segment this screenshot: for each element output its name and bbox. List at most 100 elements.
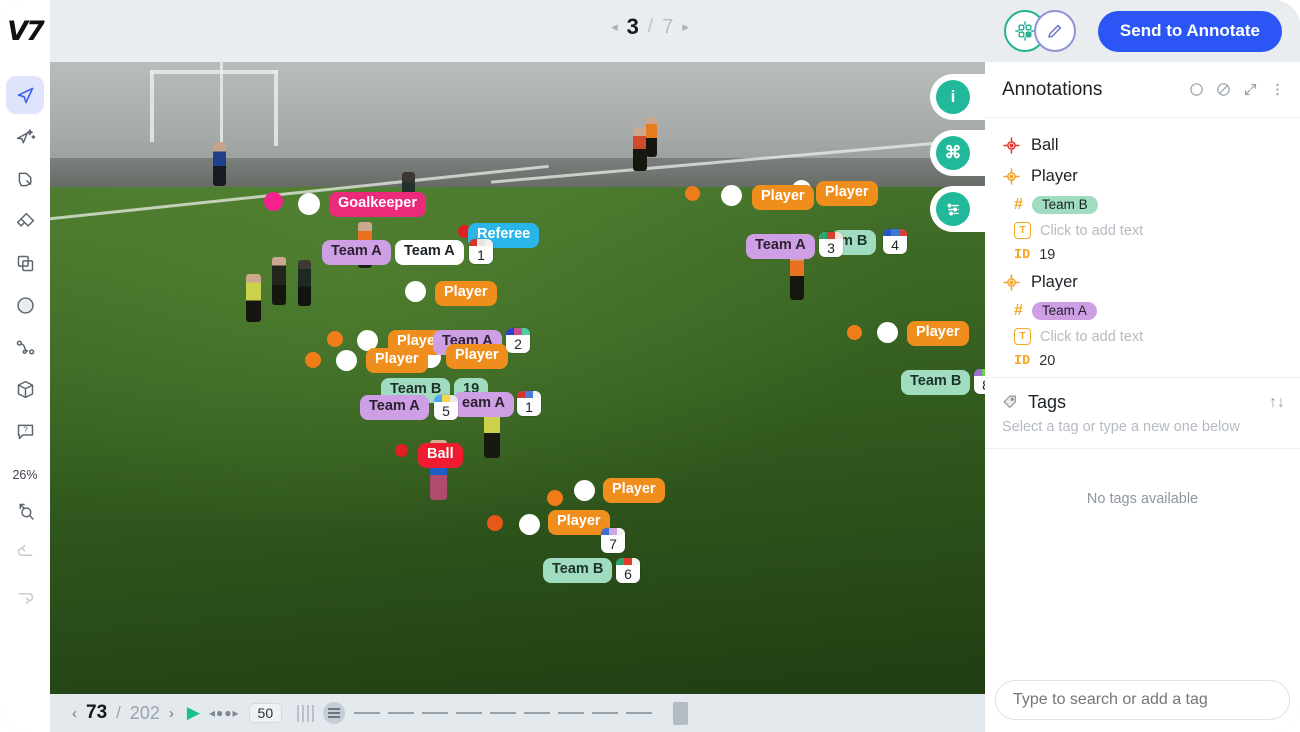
player-figure	[633, 127, 647, 171]
target-icon	[1002, 136, 1021, 155]
undo-button[interactable]	[6, 534, 44, 572]
keypoint-marker[interactable]	[336, 350, 357, 371]
more-options-icon[interactable]	[1269, 81, 1286, 98]
track-id-badge[interactable]: 1	[469, 239, 493, 264]
hide-annotations-icon[interactable]	[1215, 81, 1232, 98]
keypoint-marker[interactable]	[519, 514, 540, 535]
id-label: ID	[1014, 353, 1031, 369]
fps-stepper-icon[interactable]: ◂●●▸	[209, 706, 240, 720]
annotation-label[interactable]: Player	[548, 510, 610, 535]
select-tool[interactable]	[6, 76, 44, 114]
timeline-end-block[interactable]	[673, 701, 689, 725]
annotation-attribute-row[interactable]: # Team B	[985, 192, 1300, 218]
prev-frame-icon[interactable]: ‹	[72, 705, 77, 722]
keypoint-marker[interactable]	[327, 331, 343, 347]
annotation-label[interactable]: Team B	[543, 558, 613, 583]
prev-page-icon[interactable]: ◂	[611, 19, 618, 35]
annotation-instance-row[interactable]: Player	[985, 161, 1300, 192]
total-pages: 7	[662, 15, 674, 38]
track-id-badge[interactable]: 7	[601, 528, 625, 553]
bounding-box-tool[interactable]	[6, 244, 44, 282]
auto-annotate-tool[interactable]	[6, 118, 44, 156]
next-page-icon[interactable]: ▸	[682, 19, 689, 35]
track-id-badge[interactable]: 3	[819, 232, 843, 257]
annotation-label[interactable]: Team A	[395, 240, 464, 265]
tag-search-input[interactable]	[995, 680, 1290, 720]
keypoint-marker[interactable]	[685, 186, 700, 201]
keypoint-marker[interactable]	[721, 185, 742, 206]
annotation-instance-row[interactable]: Ball	[985, 130, 1300, 161]
badge-number: 4	[891, 237, 899, 253]
annotation-label[interactable]: Player	[603, 478, 665, 503]
annotation-label[interactable]: Team A	[746, 234, 815, 259]
player-figure	[246, 274, 261, 322]
polygon-pen-tool[interactable]	[6, 160, 44, 198]
keypoint-marker[interactable]	[298, 193, 320, 215]
id-label: ID	[1014, 247, 1031, 263]
keypoint-marker[interactable]	[547, 490, 563, 506]
fps-value[interactable]: 50	[248, 703, 283, 723]
keypoint-marker[interactable]	[877, 322, 898, 343]
track-id-badge[interactable]: 8	[974, 369, 985, 394]
send-to-annotate-button[interactable]: Send to Annotate	[1097, 10, 1282, 52]
annotation-label[interactable]: Team A	[360, 395, 429, 420]
info-fab[interactable]: i	[930, 74, 985, 120]
annotation-label[interactable]: Team A	[322, 240, 391, 265]
annotation-text-row[interactable]: T Click to add text	[985, 324, 1300, 349]
play-button[interactable]: ▶	[187, 703, 200, 723]
annotation-label[interactable]: eam A	[453, 392, 514, 417]
zoom-tool[interactable]	[6, 492, 44, 530]
page-title: Annotations	[1002, 78, 1103, 100]
annotation-instance-row[interactable]: Player	[985, 267, 1300, 298]
comment-tool[interactable]: ?	[6, 412, 44, 450]
keyframe-handle[interactable]	[323, 702, 346, 724]
annotation-label[interactable]: Goalkeeper	[329, 192, 426, 217]
target-icon	[1002, 167, 1021, 186]
filter-settings-fab[interactable]	[930, 186, 985, 232]
keypoint-marker[interactable]	[305, 352, 321, 368]
annotation-id-row: ID 20	[985, 349, 1300, 373]
annotation-attribute-row[interactable]: # Team A	[985, 298, 1300, 324]
track-id-badge[interactable]: 5	[434, 395, 458, 420]
annotation-label[interactable]: Player	[752, 185, 814, 210]
track-id-badge[interactable]: 4	[883, 229, 907, 254]
keypoint-marker[interactable]	[847, 325, 862, 340]
badge-number: 7	[609, 536, 617, 552]
goal-frame-top	[150, 70, 278, 74]
annotation-label[interactable]: Player	[816, 181, 878, 206]
annotation-label[interactable]: Team B	[901, 370, 971, 395]
annotation-text-row[interactable]: T Click to add text	[985, 218, 1300, 243]
annotation-label[interactable]: Ball	[418, 443, 463, 468]
sort-tags-icon[interactable]: ↑↓	[1269, 394, 1285, 412]
keypoint-marker[interactable]	[574, 480, 595, 501]
annotation-label[interactable]: Player	[366, 348, 428, 373]
zoom-level-label: 26%	[12, 468, 38, 482]
ellipse-tool[interactable]	[6, 286, 44, 324]
track-id-badge[interactable]: 6	[616, 558, 640, 583]
annotation-label[interactable]: Player	[907, 321, 969, 346]
pencil-annotate-icon[interactable]	[1033, 10, 1076, 52]
expand-icon[interactable]	[1242, 81, 1259, 98]
track-id-badge[interactable]: 1	[517, 391, 541, 416]
brush-tool[interactable]	[6, 202, 44, 240]
keypoint-marker[interactable]	[405, 281, 426, 302]
command-fab[interactable]: ⌘	[930, 130, 985, 176]
circle-icon[interactable]	[1188, 81, 1205, 98]
next-frame-icon[interactable]: ›	[169, 705, 174, 722]
annotation-label[interactable]: Player	[435, 281, 497, 306]
team-attribute-pill[interactable]: Team A	[1031, 302, 1097, 320]
track-id-badge[interactable]: 2	[506, 328, 530, 353]
keypoint-marker[interactable]	[264, 192, 283, 211]
add-text-placeholder[interactable]: Click to add text	[1040, 329, 1143, 345]
annotation-canvas[interactable]: i ⌘ Goalkeeper Referee Team A Team A Player P…	[50, 62, 985, 694]
keypoint-marker[interactable]	[395, 444, 408, 457]
timeline-track[interactable]	[354, 712, 655, 714]
annotation-label[interactable]: Player	[446, 344, 508, 369]
frame-separator: /	[116, 703, 121, 722]
redo-button[interactable]	[6, 576, 44, 614]
keypoint-skeleton-tool[interactable]	[6, 328, 44, 366]
add-text-placeholder[interactable]: Click to add text	[1040, 223, 1143, 239]
cuboid-tool[interactable]	[6, 370, 44, 408]
keypoint-marker[interactable]	[487, 515, 503, 531]
team-attribute-pill[interactable]: Team B	[1031, 196, 1098, 214]
